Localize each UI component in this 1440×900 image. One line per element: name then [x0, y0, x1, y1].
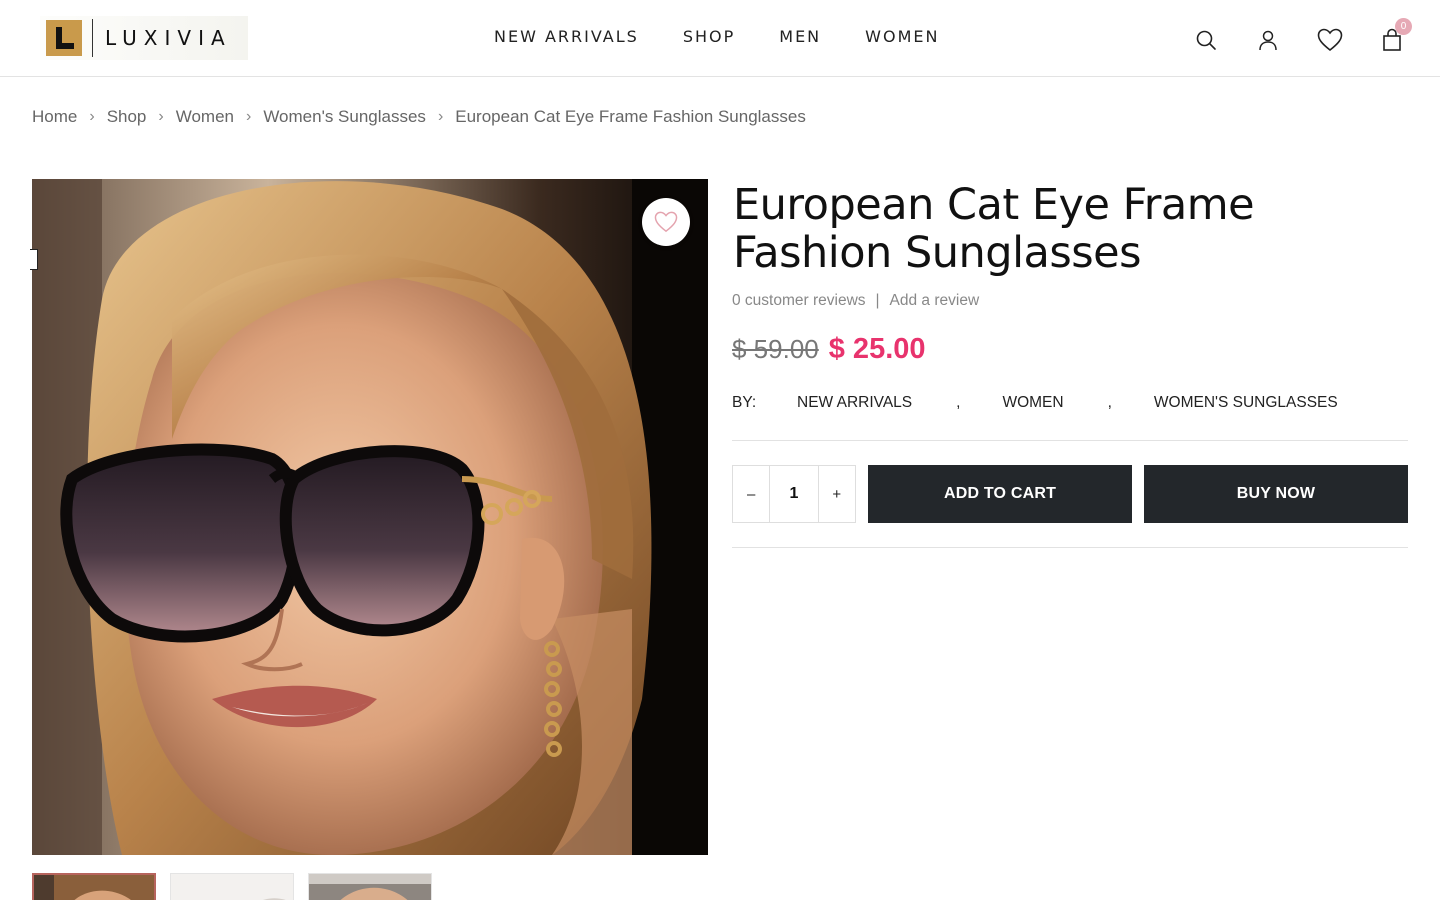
product-reviews: 0 customer reviews | Add a review	[732, 292, 979, 310]
decrease-quantity-button[interactable]: –	[733, 466, 770, 522]
breadcrumb-separator: ›	[437, 108, 444, 125]
text-cursor-marker	[30, 249, 38, 270]
buy-now-button[interactable]: BUY NOW	[1144, 465, 1408, 523]
category-womens-sunglasses[interactable]: WOMEN'S SUNGLASSES	[1154, 394, 1338, 412]
search-icon[interactable]	[1188, 22, 1224, 58]
product-main-image[interactable]	[32, 179, 708, 855]
divider	[732, 547, 1408, 548]
heart-outline-icon	[654, 211, 678, 233]
review-separator: |	[875, 292, 880, 309]
breadcrumb-separator: ›	[89, 108, 95, 125]
category-women[interactable]: WOMEN	[1002, 394, 1063, 412]
thumbnail-1[interactable]	[32, 873, 156, 900]
original-price: $ 59.00	[732, 334, 819, 364]
site-header: LUXIVIA NEW ARRIVALS SHOP MEN WOMEN 0	[0, 0, 1440, 77]
add-review-link[interactable]: Add a review	[890, 292, 980, 310]
price: $ 59.00 $ 25.00	[732, 333, 926, 366]
main-nav: NEW ARRIVALS SHOP MEN WOMEN	[494, 27, 939, 46]
sale-price: $ 25.00	[828, 333, 926, 365]
increase-quantity-button[interactable]: +	[818, 466, 855, 522]
thumbnail-2[interactable]	[170, 873, 294, 900]
by-label: BY:	[732, 394, 757, 411]
cart-count-badge: 0	[1395, 18, 1412, 35]
brand-logo[interactable]: LUXIVIA	[40, 16, 248, 60]
logo-mark-icon	[46, 20, 82, 56]
quantity-input[interactable]: 1	[769, 466, 819, 522]
breadcrumb-shop[interactable]: Shop	[107, 107, 147, 127]
breadcrumb-womens-sunglasses[interactable]: Women's Sunglasses	[263, 107, 426, 127]
quantity-stepper: – 1 +	[732, 465, 856, 523]
thumbnail-strip	[32, 873, 432, 900]
logo-divider	[92, 19, 93, 57]
brand-name: LUXIVIA	[105, 26, 232, 50]
breadcrumb-separator: ›	[158, 108, 164, 125]
add-to-cart-button[interactable]: ADD TO CART	[868, 465, 1132, 523]
category-separator: ,	[1107, 394, 1112, 411]
breadcrumb-separator: ›	[245, 108, 252, 125]
review-count[interactable]: 0 customer reviews	[732, 292, 866, 310]
breadcrumb-current: European Cat Eye Frame Fashion Sunglasse…	[455, 107, 806, 126]
category-separator: ,	[956, 394, 961, 411]
nav-men[interactable]: MEN	[779, 27, 821, 46]
thumbnail-3[interactable]	[308, 873, 432, 900]
category-new-arrivals[interactable]: NEW ARRIVALS	[797, 394, 912, 412]
divider	[732, 440, 1408, 441]
user-icon[interactable]	[1250, 22, 1286, 58]
product-categories: BY: NEW ARRIVALS , WOMEN , WOMEN'S SUNGL…	[732, 394, 1338, 412]
breadcrumb-women[interactable]: Women	[176, 107, 234, 127]
nav-new-arrivals[interactable]: NEW ARRIVALS	[494, 27, 639, 46]
add-to-wishlist-button[interactable]	[642, 198, 690, 246]
heart-icon[interactable]	[1312, 22, 1348, 58]
product-title: European Cat Eye Frame Fashion Sunglasse…	[733, 180, 1255, 278]
breadcrumb-home[interactable]: Home	[32, 107, 77, 127]
nav-shop[interactable]: SHOP	[683, 27, 735, 46]
shopping-bag-icon[interactable]: 0	[1374, 18, 1412, 58]
nav-women[interactable]: WOMEN	[865, 27, 939, 46]
header-actions: 0	[1188, 18, 1412, 58]
breadcrumb: Home › Shop › Women › Women's Sunglasses…	[32, 107, 806, 127]
